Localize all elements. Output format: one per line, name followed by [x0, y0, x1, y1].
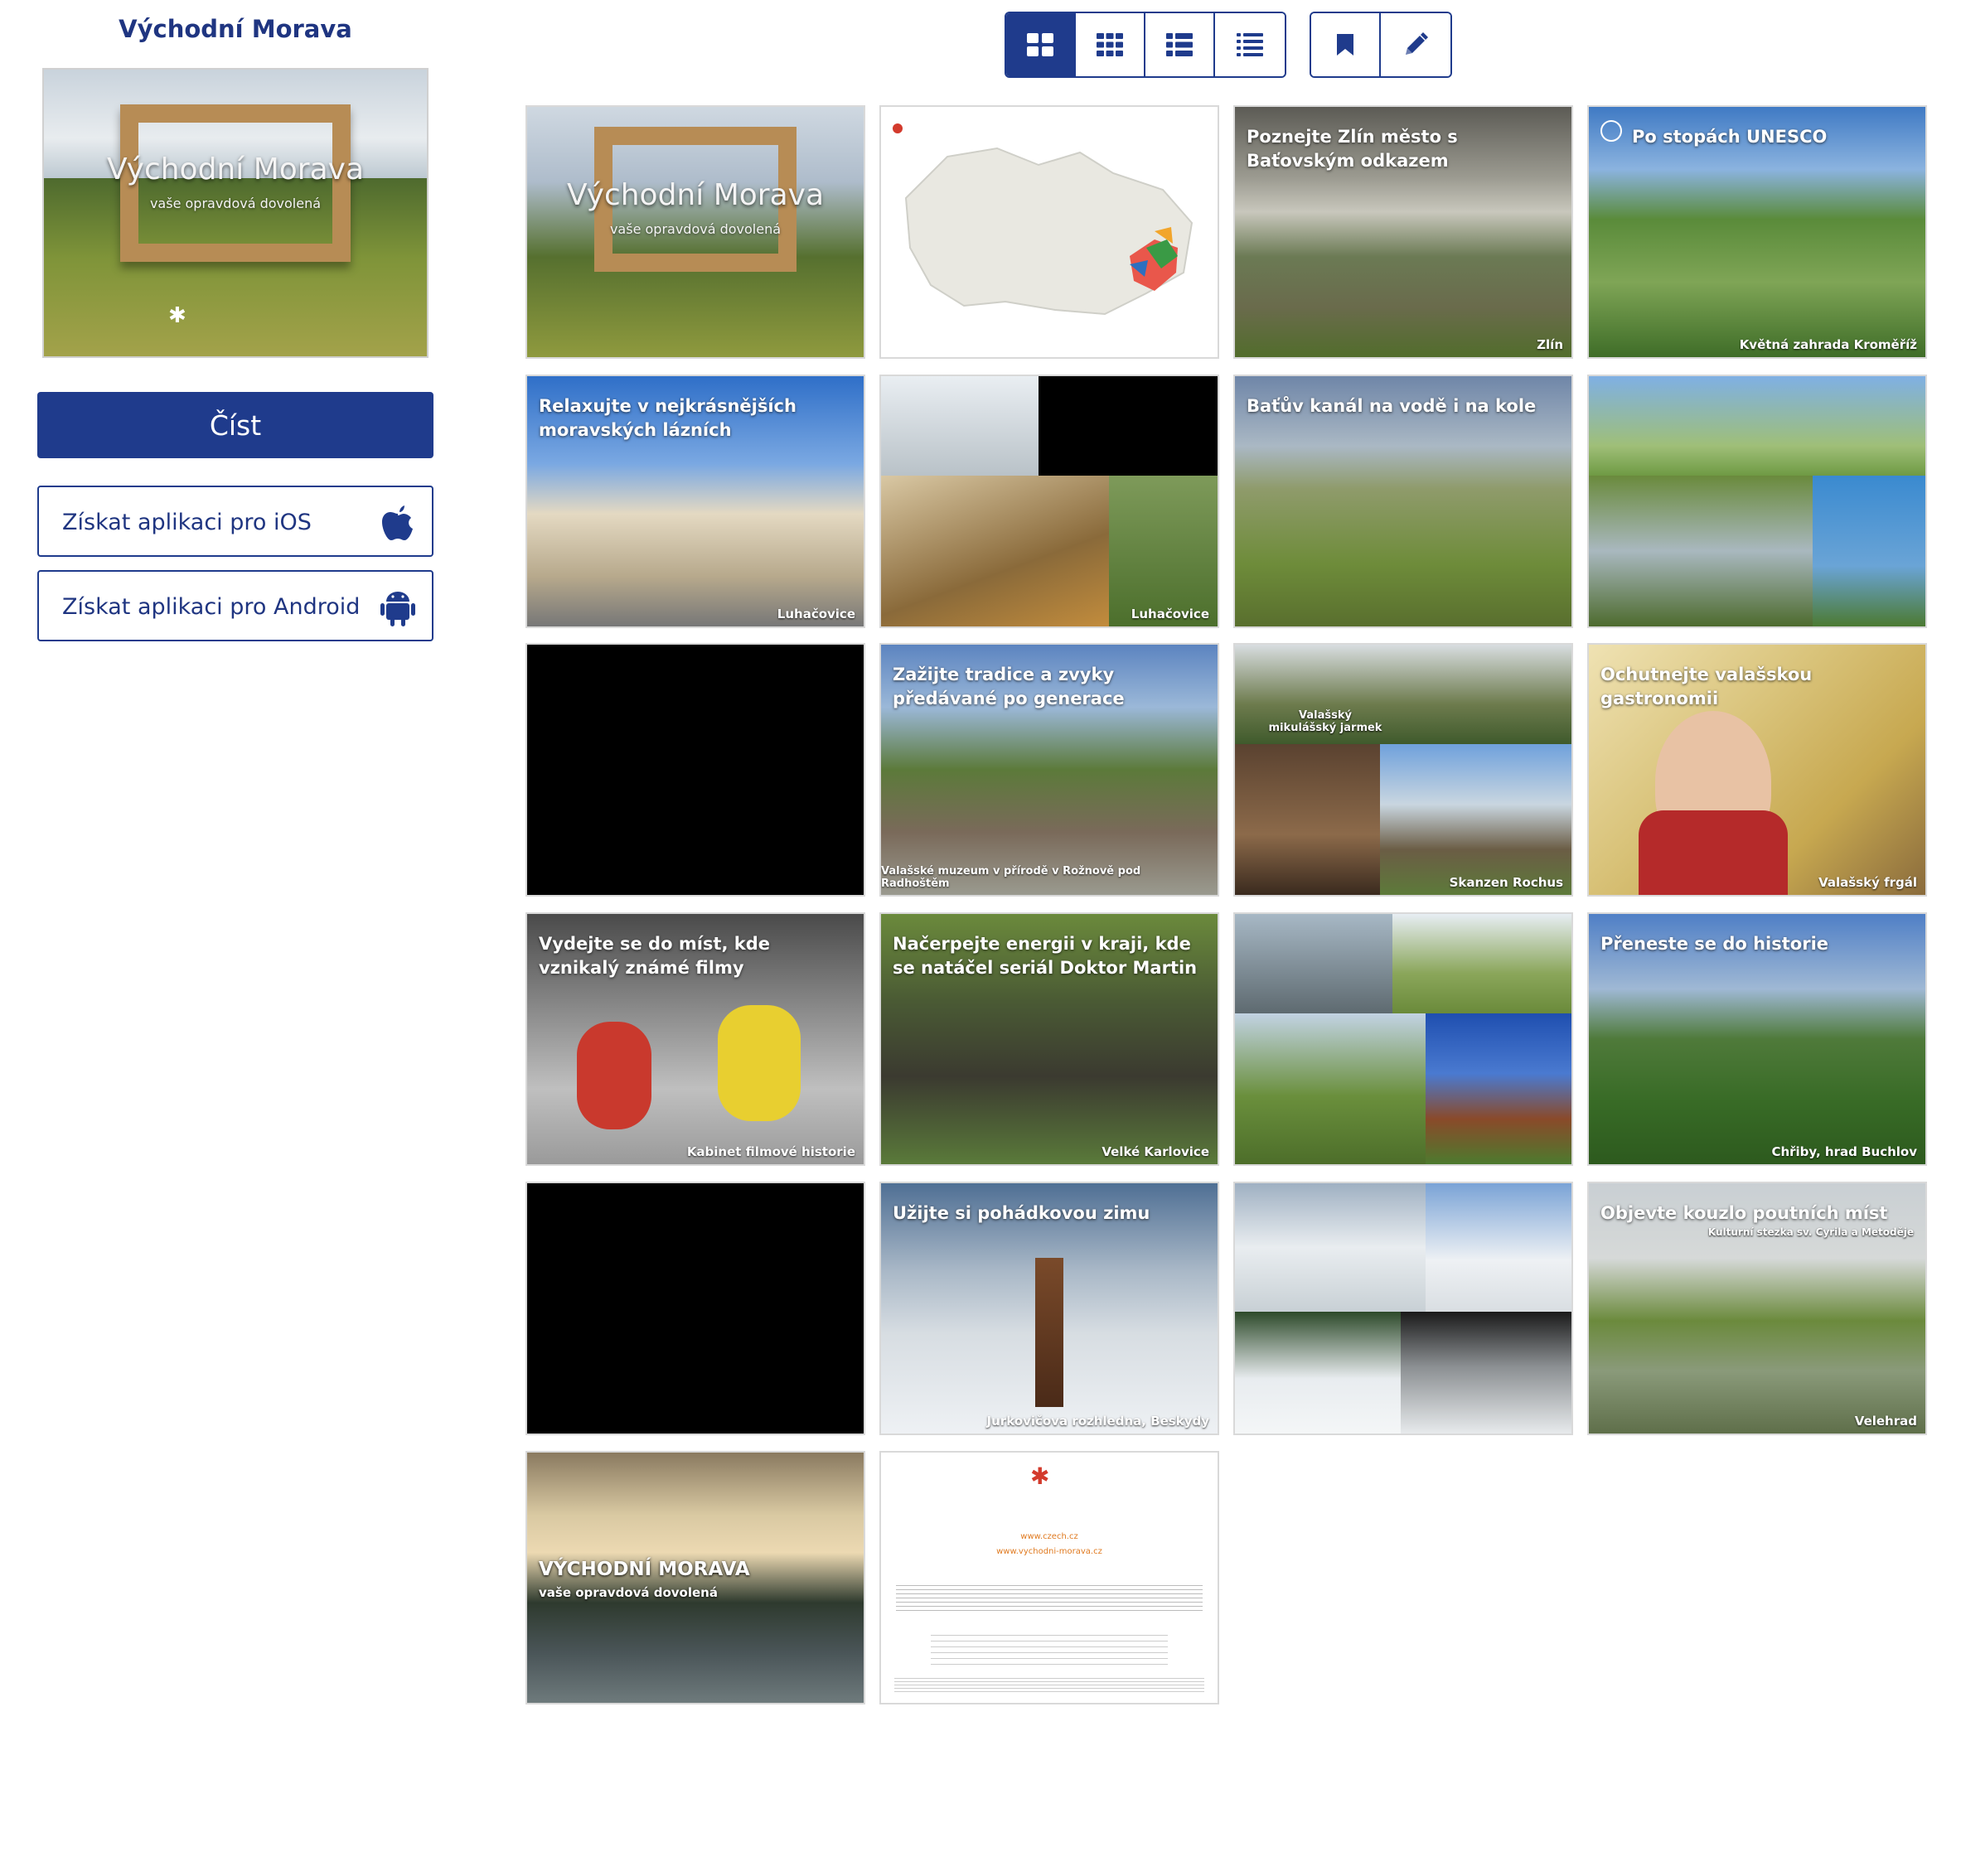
logo: ✱ — [168, 303, 186, 328]
page-title: Po stopách UNESCO — [1632, 127, 1828, 147]
android-app-button[interactable]: Získat aplikaci pro Android — [37, 570, 433, 641]
page-thumbnail-20[interactable]: Objevte kouzlo poutních míst Kulturní st… — [1587, 1182, 1927, 1435]
page-subtitle: Kulturní stezka sv. Cyrila a Metoděje — [1707, 1226, 1914, 1238]
page-caption: Květná zahrada Kroměříž — [1739, 337, 1917, 352]
page-thumbnail-1[interactable]: Východní Morava vaše opravdová dovolená — [525, 105, 865, 359]
page-thumbnail-10[interactable]: Zažijte tradice a zvyky předávané po gen… — [879, 643, 1219, 897]
view-grid-large-button[interactable] — [1006, 13, 1076, 76]
page-thumbnail-19[interactable] — [1233, 1182, 1573, 1435]
publication-title: Východní Morava — [119, 15, 352, 43]
page-caption: Jurkovičova rozhledna, Beskydy — [986, 1414, 1209, 1429]
list-detailed-icon — [1237, 33, 1263, 56]
page-subtitle: vaše opravdová dovolená — [609, 221, 782, 237]
view-grid-small-button[interactable] — [1076, 13, 1145, 76]
page-caption: Chřiby, hrad Buchlov — [1771, 1144, 1917, 1159]
page-caption: Zlín — [1537, 337, 1563, 352]
page-thumbnail-5[interactable]: Relaxujte v nejkrásnějších moravských lá… — [525, 375, 865, 628]
page-title: Objevte kouzlo poutních míst — [1600, 1203, 1888, 1223]
page-thumbnail-18[interactable]: Užijte si pohádkovou zimu Jurkovičova ro… — [879, 1182, 1219, 1435]
page-thumbnail-9[interactable] — [525, 643, 865, 897]
unesco-icon — [1600, 120, 1622, 142]
page-thumbnail-14[interactable]: Načerpejte energii v kraji, kde se natáč… — [879, 912, 1219, 1166]
page-title: Baťův kanál na vodě i na kole — [1247, 396, 1537, 416]
ios-app-button[interactable]: Získat aplikaci pro iOS — [37, 486, 433, 557]
android-icon — [380, 592, 415, 626]
page-thumbnail-8[interactable] — [1587, 375, 1927, 628]
page-title: Relaxujte v nejkrásnějších moravských lá… — [539, 396, 797, 440]
page-title: Východní Morava — [566, 178, 825, 212]
page-thumbnail-15[interactable] — [1233, 912, 1573, 1166]
page-caption: Velké Karlovice — [1102, 1144, 1209, 1159]
page-caption: Valašské muzeum v přírodě v Rožnově pod … — [881, 865, 1141, 890]
page-caption: Kabinet filmové historie — [686, 1144, 855, 1159]
view-mode-toolbar — [1005, 12, 1286, 78]
page-caption: Skanzen Rochus — [1449, 875, 1563, 890]
publication-cover[interactable]: Východní Morava vaše opravdová dovolená … — [42, 68, 429, 358]
page-thumbnail-3[interactable]: Poznejte Zlín město s Baťovským odkazem … — [1233, 105, 1573, 359]
page-thumbnail-21[interactable]: VÝCHODNÍ MORAVA vaše opravdová dovolená — [525, 1451, 865, 1704]
grid-large-icon — [1027, 33, 1053, 56]
edit-button[interactable] — [1381, 13, 1450, 76]
page-caption: Velehrad — [1854, 1414, 1917, 1429]
page-thumbnail-2[interactable] — [879, 105, 1219, 359]
page-caption: Luhačovice — [777, 607, 855, 621]
grid-small-icon — [1097, 33, 1123, 56]
view-list-detailed-button[interactable] — [1215, 13, 1285, 76]
bookmark-button[interactable] — [1311, 13, 1381, 76]
page-thumbnail-4[interactable]: Po stopách UNESCO Květná zahrada Kroměří… — [1587, 105, 1927, 359]
logo: ✱ — [1030, 1463, 1050, 1490]
pencil-icon — [1406, 32, 1428, 55]
map-image — [893, 123, 1194, 316]
list-icon — [1166, 33, 1193, 56]
page-thumbnail-17[interactable] — [525, 1182, 865, 1435]
page-thumbnail-16[interactable]: Přeneste se do historie Chřiby, hrad Buc… — [1587, 912, 1927, 1166]
page-title: Zažijte tradice a zvyky předávané po gen… — [893, 665, 1125, 708]
page-thumbnail-7[interactable]: Baťův kanál na vodě i na kole — [1233, 375, 1573, 628]
page-title: Vydejte se do míst, kde vznikalý známé f… — [539, 934, 770, 978]
page-thumbnail-11[interactable]: Valašský mikulášský jarmek Skanzen Rochu… — [1233, 643, 1573, 897]
page-title: Poznejte Zlín město s Baťovským odkazem — [1247, 127, 1458, 171]
photo-label: Valašský mikulášský jarmek — [1268, 709, 1382, 734]
read-button[interactable]: Číst — [37, 392, 433, 458]
cover-subtitle: vaše opravdová dovolená — [149, 196, 322, 211]
page-title: VÝCHODNÍ MORAVA — [539, 1559, 750, 1580]
page-thumbnail-12[interactable]: Ochutnejte valašskou gastronomii Valašsk… — [1587, 643, 1927, 897]
doc-link: www.czech.cz — [1020, 1532, 1078, 1541]
bookmark-icon — [1337, 34, 1353, 56]
page-title: Užijte si pohádkovou zimu — [893, 1203, 1150, 1223]
ios-app-label: Získat aplikaci pro iOS — [62, 510, 312, 535]
android-app-label: Získat aplikaci pro Android — [62, 594, 361, 620]
page-thumbnail-6[interactable]: Luhačovice — [879, 375, 1219, 628]
page-thumbnail-13[interactable]: Vydejte se do míst, kde vznikalý známé f… — [525, 912, 865, 1166]
page-subtitle: vaše opravdová dovolená — [539, 1585, 718, 1600]
page-caption: Luhačovice — [1131, 607, 1209, 621]
view-list-button[interactable] — [1145, 13, 1215, 76]
page-title: Načerpejte energii v kraji, kde se natáč… — [893, 934, 1198, 978]
page-thumbnail-22[interactable]: ✱ www.czech.cz www.vychodni-morava.cz — [879, 1451, 1219, 1704]
cover-title: Východní Morava — [106, 152, 365, 186]
page-title: Ochutnejte valašskou gastronomii — [1600, 665, 1813, 708]
action-toolbar — [1310, 12, 1452, 78]
page-title: Přeneste se do historie — [1600, 934, 1829, 954]
doc-link: www.vychodni-morava.cz — [996, 1547, 1102, 1556]
apple-icon — [382, 505, 413, 540]
page-caption: Valašský frgál — [1818, 875, 1917, 890]
